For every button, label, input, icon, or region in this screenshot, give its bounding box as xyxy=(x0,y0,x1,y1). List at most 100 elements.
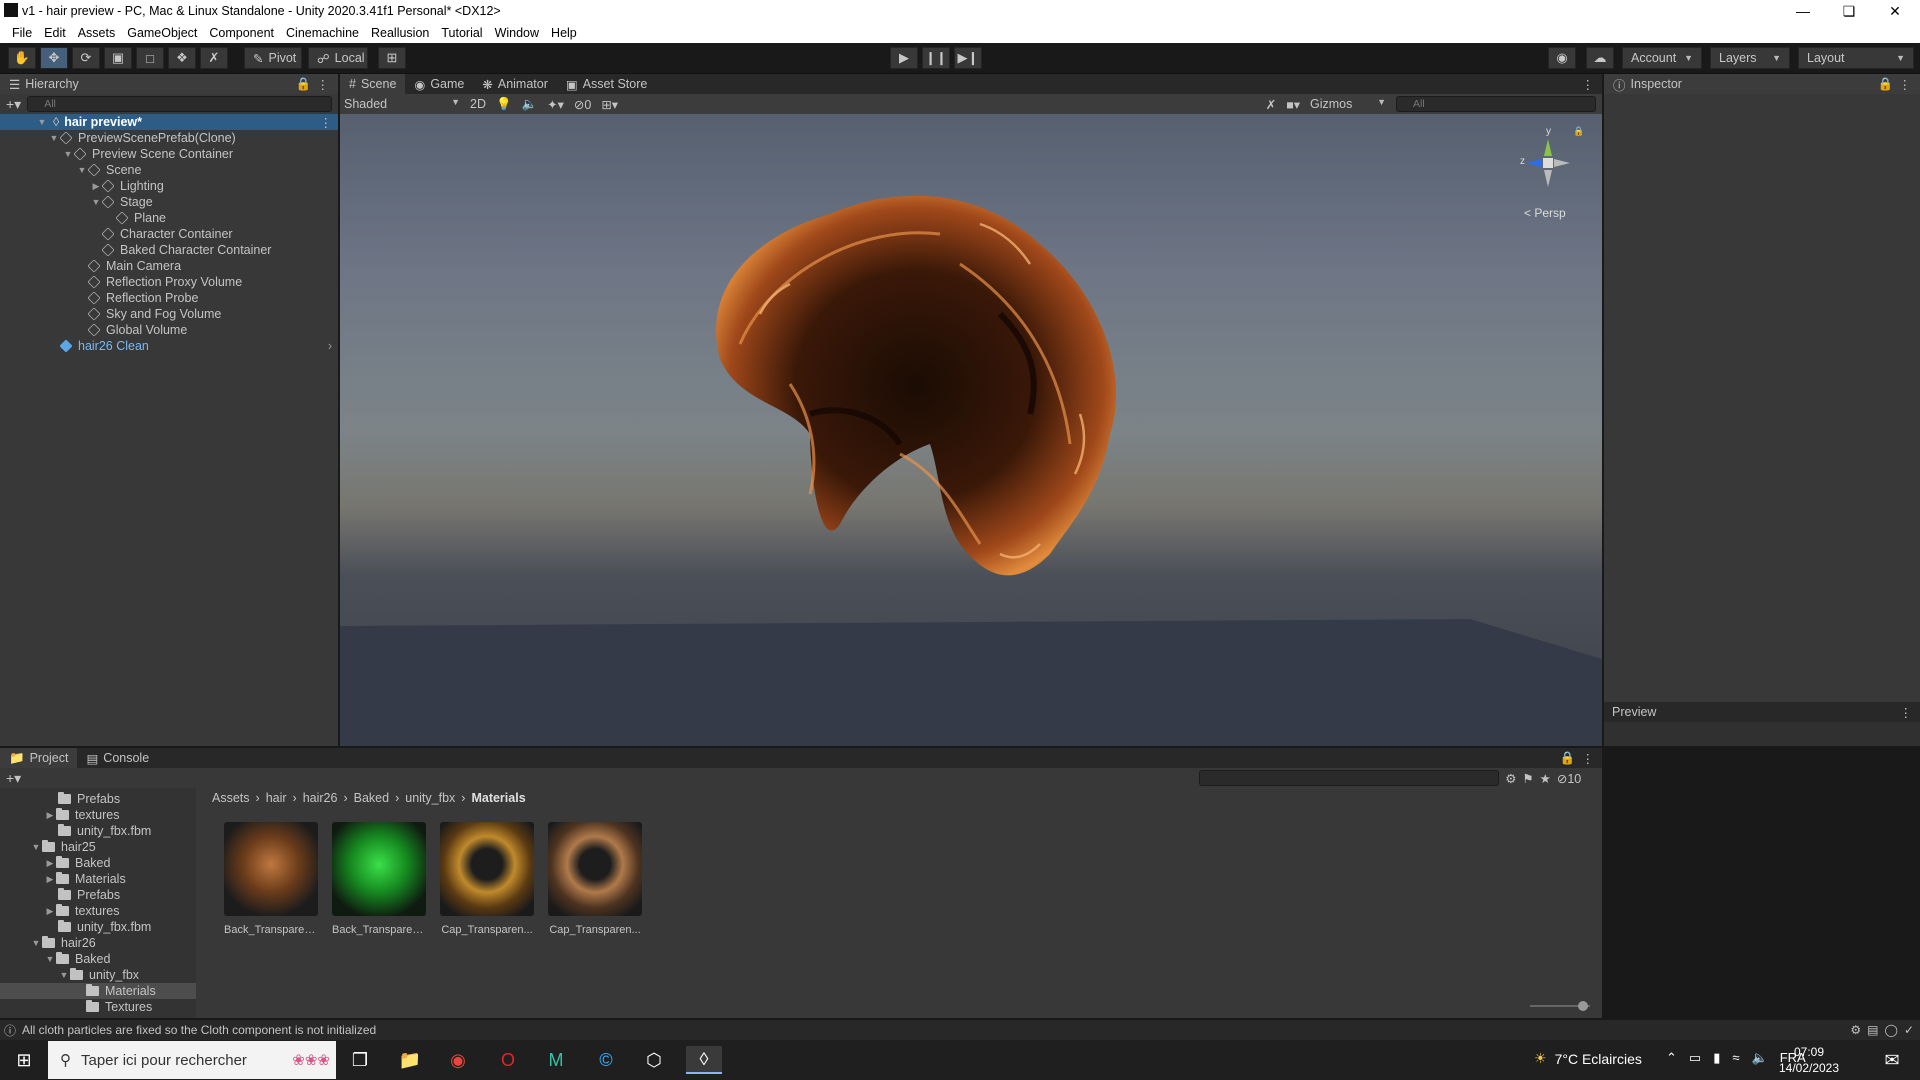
chevron-down-icon[interactable]: ▼ xyxy=(76,165,88,175)
hierarchy-item[interactable]: Character Container xyxy=(0,226,338,242)
menu-tutorial[interactable]: Tutorial xyxy=(435,26,488,40)
hierarchy-item[interactable]: ▼ Scene xyxy=(0,162,338,178)
chevron-right-icon[interactable]: ▶ xyxy=(90,181,102,192)
account-dropdown[interactable]: Account ▼ xyxy=(1622,47,1702,69)
material-asset[interactable]: Cap_Transparen... xyxy=(548,822,642,936)
chevron-right-icon[interactable]: › xyxy=(328,339,332,353)
lock-icon[interactable]: 🔒 xyxy=(1878,77,1894,92)
menu-cinemachine[interactable]: Cinemachine xyxy=(280,26,365,40)
shading-dropdown[interactable]: Shaded ▼ xyxy=(344,97,460,111)
restore-button[interactable]: ❏ xyxy=(1826,0,1872,22)
chevron-down-icon[interactable]: ▼ xyxy=(36,117,48,127)
more-icon[interactable]: ⋮ xyxy=(320,115,333,130)
more-icon[interactable]: ⋮ xyxy=(1900,705,1913,720)
favorite-icon[interactable]: ★ xyxy=(1540,771,1551,786)
material-asset[interactable]: Cap_Transparen... xyxy=(440,822,534,936)
preview-header[interactable]: Preview ⋮ xyxy=(1604,702,1920,722)
tab-game[interactable]: ◉ Game xyxy=(405,74,473,94)
tab-scene[interactable]: # Scene xyxy=(340,74,406,94)
transform-tool-icon[interactable]: ❖ xyxy=(168,47,196,69)
more-icon[interactable]: ⋮ xyxy=(317,77,330,92)
tab-project[interactable]: 📁 Project xyxy=(0,748,78,768)
unity-editor-icon[interactable]: ◊ xyxy=(686,1046,722,1074)
rect-tool-icon[interactable]: □ xyxy=(136,47,164,69)
battery-icon[interactable]: ▮ xyxy=(1713,1050,1720,1066)
close-button[interactable]: ✕ xyxy=(1872,0,1918,22)
camera-icon[interactable]: ■▾ xyxy=(1286,97,1300,112)
c-app-icon[interactable]: © xyxy=(588,1046,624,1074)
menu-help[interactable]: Help xyxy=(545,26,583,40)
orientation-gizmo[interactable]: y z 🔒 xyxy=(1518,126,1598,206)
chevron-up-icon[interactable]: ⌃ xyxy=(1666,1050,1677,1066)
cloud-icon[interactable]: ☁ xyxy=(1586,47,1614,69)
more-icon[interactable]: ⋮ xyxy=(1899,77,1912,92)
chrome-icon[interactable]: ◉ xyxy=(440,1046,476,1074)
chevron-down-icon[interactable]: ▼ xyxy=(90,197,102,207)
wifi-icon[interactable]: ≈ xyxy=(1732,1050,1739,1066)
scene-search-input[interactable]: All xyxy=(1396,96,1596,112)
collab-icon[interactable]: ◉ xyxy=(1548,47,1576,69)
menu-component[interactable]: Component xyxy=(203,26,280,40)
hand-tool-icon[interactable]: ✋ xyxy=(8,47,36,69)
folder-item[interactable]: ▶ Materials xyxy=(0,871,126,887)
chevron-down-icon[interactable]: ▼ xyxy=(58,970,70,980)
windows-start-icon[interactable]: ⊞ xyxy=(6,1046,42,1074)
add-icon[interactable]: +▾ xyxy=(6,96,21,113)
hierarchy-item[interactable]: Sky and Fog Volume xyxy=(0,306,338,322)
more-icon[interactable]: ⋮ xyxy=(1582,751,1595,766)
folder-item[interactable]: unity_fbx.fbm xyxy=(0,823,151,839)
folder-item[interactable]: ▼ hair26 xyxy=(0,935,96,951)
scene-root-row[interactable]: ▼ ◊ hair preview* ⋮ xyxy=(0,114,338,130)
lock-icon[interactable]: 🔒 xyxy=(1573,126,1584,137)
hierarchy-item[interactable]: Plane xyxy=(0,210,338,226)
minimize-button[interactable]: — xyxy=(1780,0,1826,22)
tools-icon[interactable]: ✗ xyxy=(1266,97,1276,112)
hierarchy-item-prefab[interactable]: hair26 Clean › xyxy=(0,338,338,354)
chevron-right-icon[interactable]: ▶ xyxy=(44,810,56,821)
folder-item[interactable]: ▼ hair25 xyxy=(0,839,96,855)
grid-snap-icon[interactable]: ⊞ xyxy=(378,47,406,69)
folder-item-selected[interactable]: Materials xyxy=(0,983,196,999)
chevron-down-icon[interactable]: ▼ xyxy=(62,149,74,159)
folder-item[interactable]: Prefabs xyxy=(0,791,120,807)
persp-label[interactable]: < Persp xyxy=(1524,206,1566,220)
scene-viewport[interactable]: y z 🔒 < Persp xyxy=(340,114,1602,746)
lock-icon[interactable]: 🔒 xyxy=(296,77,312,92)
clock[interactable]: 07:09 14/02/2023 xyxy=(1774,1044,1844,1076)
layout-dropdown[interactable]: Layout ▼ xyxy=(1798,47,1914,69)
folder-item[interactable]: ▶ Baked xyxy=(0,855,110,871)
hidden-packages-toggle[interactable]: ⊘10 xyxy=(1557,771,1581,786)
device-icon[interactable]: ▭ xyxy=(1689,1050,1701,1066)
chevron-down-icon[interactable]: ▼ xyxy=(30,842,42,852)
custom-tool-icon[interactable]: ✗ xyxy=(200,47,228,69)
pause-button[interactable]: ❙❙ xyxy=(922,47,950,69)
menu-gameobject[interactable]: GameObject xyxy=(121,26,203,40)
chevron-down-icon[interactable]: ▼ xyxy=(30,938,42,948)
opera-icon[interactable]: O xyxy=(490,1046,526,1074)
lock-icon[interactable]: 🔒 xyxy=(1560,751,1576,766)
chevron-down-icon[interactable]: ▼ xyxy=(48,133,60,143)
material-asset[interactable]: Back_Transparen... xyxy=(224,822,318,936)
folder-item[interactable]: ▼ Baked xyxy=(0,951,110,967)
notifications-icon[interactable]: ✉ xyxy=(1874,1046,1910,1074)
cache-icon[interactable]: ▤ xyxy=(1867,1023,1878,1037)
tab-hierarchy[interactable]: ☰ Hierarchy 🔒 ⋮ xyxy=(0,74,338,94)
thumbnail-size-slider[interactable] xyxy=(1530,1001,1590,1011)
chevron-down-icon[interactable]: ▼ xyxy=(44,954,56,964)
folder-item[interactable]: ▼ unity_fbx xyxy=(0,967,139,983)
hierarchy-item[interactable]: Baked Character Container xyxy=(0,242,338,258)
menu-edit[interactable]: Edit xyxy=(38,26,72,40)
hierarchy-search-input[interactable]: All xyxy=(27,96,332,112)
folder-item[interactable]: ▶ textures xyxy=(0,807,119,823)
menu-window[interactable]: Window xyxy=(489,26,545,40)
grid-icon[interactable]: ⊞▾ xyxy=(601,97,618,112)
scale-tool-icon[interactable]: ▣ xyxy=(104,47,132,69)
file-explorer-icon[interactable]: 📁 xyxy=(392,1046,428,1074)
hierarchy-item[interactable]: Reflection Probe xyxy=(0,290,338,306)
menu-file[interactable]: File xyxy=(6,26,38,40)
status-message[interactable]: All cloth particles are fixed so the Clo… xyxy=(22,1023,376,1037)
menu-reallusion[interactable]: Reallusion xyxy=(365,26,435,40)
more-icon[interactable]: ⋮ xyxy=(1582,77,1595,92)
tab-asset-store[interactable]: ▣ Asset Store xyxy=(557,74,656,94)
weather-widget[interactable]: ☀ 7°C Eclaircies xyxy=(1534,1050,1642,1067)
